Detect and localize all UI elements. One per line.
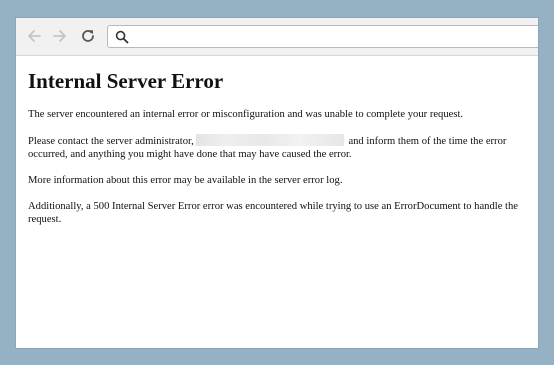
error-document-note: Additionally, a 500 Internal Server Erro… <box>28 201 518 225</box>
search-icon <box>115 30 129 44</box>
back-button[interactable] <box>24 26 44 46</box>
redacted-admin-email <box>196 134 345 146</box>
page-title: Internal Server Error <box>28 69 224 93</box>
address-input[interactable] <box>134 28 534 45</box>
forward-button[interactable] <box>50 26 70 46</box>
browser-toolbar <box>16 18 538 56</box>
forward-arrow-icon <box>53 30 66 42</box>
error-description: The server encountered an internal error… <box>28 109 464 120</box>
reload-button[interactable] <box>78 26 98 46</box>
contact-admin-text: Please contact the server administrator, <box>28 136 194 147</box>
browser-window: Internal Server Error The server encount… <box>16 18 538 348</box>
error-log-note: More information about this error may be… <box>28 175 343 186</box>
address-bar[interactable] <box>107 25 538 48</box>
back-arrow-icon <box>28 30 41 42</box>
contact-admin-paragraph: Please contact the server administrator,… <box>28 134 524 161</box>
reload-icon <box>82 30 94 42</box>
page-content: Internal Server Error The server encount… <box>16 56 538 348</box>
